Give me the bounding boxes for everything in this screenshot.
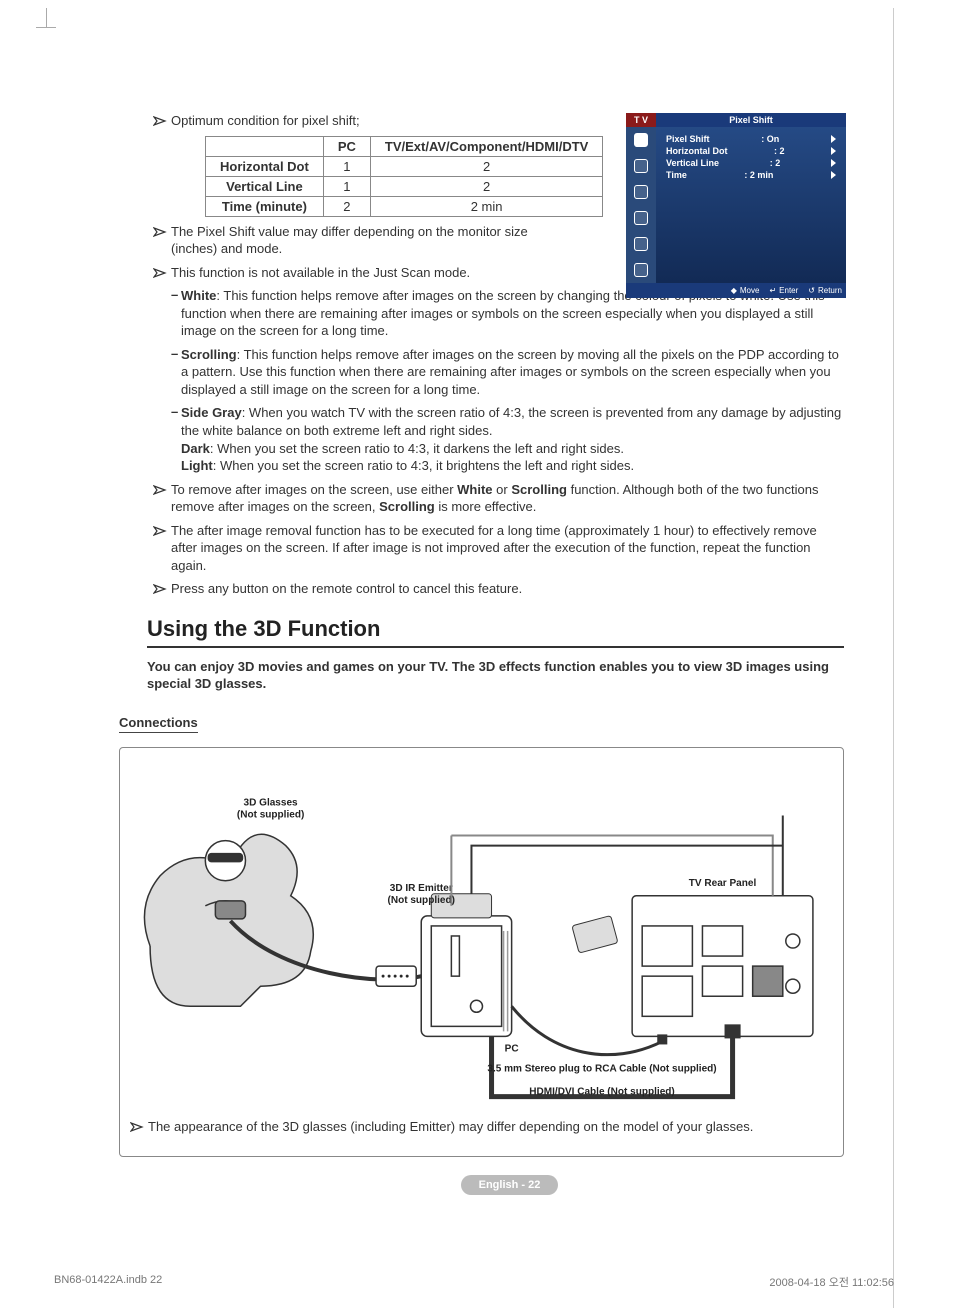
table-cell: 1 <box>323 156 370 176</box>
bullet-arrow-icon <box>130 1121 148 1133</box>
page-number-badge: English - 22 <box>461 1175 559 1195</box>
table-cell: 2 min <box>370 196 602 216</box>
osd-menu-list: Pixel Shift : On Horizontal Dot : 2 Vertic… <box>656 127 846 283</box>
arrow-right-icon <box>831 171 836 179</box>
table-rowh: Horizontal Dot <box>206 156 324 176</box>
label-light: Light <box>181 458 213 473</box>
desc-sidegray: : When you watch TV with the screen rati… <box>181 405 841 438</box>
label-scrolling: Scrolling <box>181 347 237 362</box>
text-pixel-shift-note: The Pixel Shift value may differ dependi… <box>171 223 553 258</box>
osd-enter: Enter <box>779 286 798 295</box>
setup-icon <box>634 211 648 225</box>
osd-tv-label: T V <box>626 113 656 127</box>
osd-row-label: Vertical Line <box>666 158 719 168</box>
text-longtime-note: The after image removal function has to … <box>171 522 844 575</box>
arrow-right-icon <box>831 159 836 167</box>
arrow-right-icon <box>831 135 836 143</box>
osd-row-label: Pixel Shift <box>666 134 710 144</box>
page-footer: English - 22 <box>175 1175 844 1195</box>
text-remove-note: To remove after images on the screen, us… <box>171 481 844 516</box>
input-icon <box>634 237 648 251</box>
channel-icon <box>634 185 648 199</box>
osd-footer: ◆Move ↵Enter ↺Return <box>626 283 846 298</box>
table-cell: 2 <box>370 156 602 176</box>
desc-light: : When you set the screen ratio to 4:3, … <box>213 458 634 473</box>
label-glasses: 3D Glasses <box>244 797 299 808</box>
label-emitter: 3D IR Emitter <box>390 883 453 894</box>
sound-icon <box>634 159 648 173</box>
label-sidegray: Side Gray <box>181 405 242 420</box>
label-glasses2: (Not supplied) <box>237 810 304 821</box>
section-intro-3d: You can enjoy 3D movies and games on you… <box>147 658 844 693</box>
text-sidegray: Side Gray: When you watch TV with the sc… <box>181 404 844 474</box>
table-col-pc: PC <box>323 136 370 156</box>
enter-icon: ↵ <box>769 286 776 295</box>
section-title-3d: Using the 3D Function <box>147 616 844 648</box>
dash-icon: – <box>171 287 181 340</box>
table-col-other: TV/Ext/AV/Component/HDMI/DTV <box>370 136 602 156</box>
return-icon: ↺ <box>808 286 815 295</box>
table-cell: 1 <box>323 176 370 196</box>
label-dark: Dark <box>181 441 210 456</box>
label-emitter2: (Not supplied) <box>388 895 455 906</box>
dash-icon: – <box>171 346 181 399</box>
print-footer-right: 2008-04-18 오전 11:02:56 <box>769 1274 894 1290</box>
bullet-arrow-icon <box>153 267 171 279</box>
osd-row-value: : 2 <box>774 146 785 156</box>
label-pc: PC <box>505 1044 519 1055</box>
text-appearance-note: The appearance of the 3D glasses (includ… <box>148 1118 833 1136</box>
osd-row-value: : 2 <box>770 158 781 168</box>
osd-move: Move <box>740 286 760 295</box>
bullet-arrow-icon <box>153 226 171 238</box>
text-scrolling: Scrolling: This function helps remove af… <box>181 346 844 399</box>
digital-icon <box>634 263 648 277</box>
picture-icon <box>634 133 648 147</box>
label-hdmi: HDMI/DVI Cable (Not supplied) <box>529 1087 674 1098</box>
table-rowh: Vertical Line <box>206 176 324 196</box>
connection-diagram: 3D Glasses (Not supplied) 3D IR Emi <box>119 747 844 1157</box>
bullet-arrow-icon <box>153 115 171 127</box>
osd-row-label: Time <box>666 170 687 180</box>
osd-row-label: Horizontal Dot <box>666 146 728 156</box>
print-footer-left: BN68-01422A.indb 22 <box>54 1274 162 1290</box>
label-rear: TV Rear Panel <box>689 878 757 889</box>
label-stereo: 3.5 mm Stereo plug to RCA Cable (Not sup… <box>487 1064 716 1075</box>
table-cell: 2 <box>370 176 602 196</box>
arrow-right-icon <box>831 147 836 155</box>
bullet-arrow-icon <box>153 484 171 496</box>
pixel-shift-table: PCTV/Ext/AV/Component/HDMI/DTV Horizonta… <box>205 136 603 217</box>
bullet-arrow-icon <box>153 525 171 537</box>
osd-title: Pixel Shift <box>656 113 846 127</box>
diagram-svg: 3D Glasses (Not supplied) 3D IR Emi <box>130 766 833 1116</box>
osd-return: Return <box>818 286 842 295</box>
osd-pixel-shift-menu: T V Pixel Shift Pixel Shift : On Horizont… <box>626 113 846 298</box>
text-pressany: Press any button on the remote control t… <box>171 580 844 598</box>
subheading-connections: Connections <box>119 715 198 733</box>
print-footer: BN68-01422A.indb 22 2008-04-18 오전 11:02:… <box>54 1274 894 1290</box>
bullet-arrow-icon <box>153 583 171 595</box>
osd-row-value: : 2 min <box>744 170 773 180</box>
osd-category-icons <box>626 127 656 283</box>
updown-icon: ◆ <box>731 286 737 295</box>
desc-dark: : When you set the screen ratio to 4:3, … <box>210 441 624 456</box>
label-white: White <box>181 288 216 303</box>
table-rowh: Time (minute) <box>206 196 324 216</box>
dash-icon: – <box>171 404 181 474</box>
table-cell: 2 <box>323 196 370 216</box>
osd-row-value: : On <box>761 134 779 144</box>
desc-scrolling: : This function helps remove after image… <box>181 347 839 397</box>
